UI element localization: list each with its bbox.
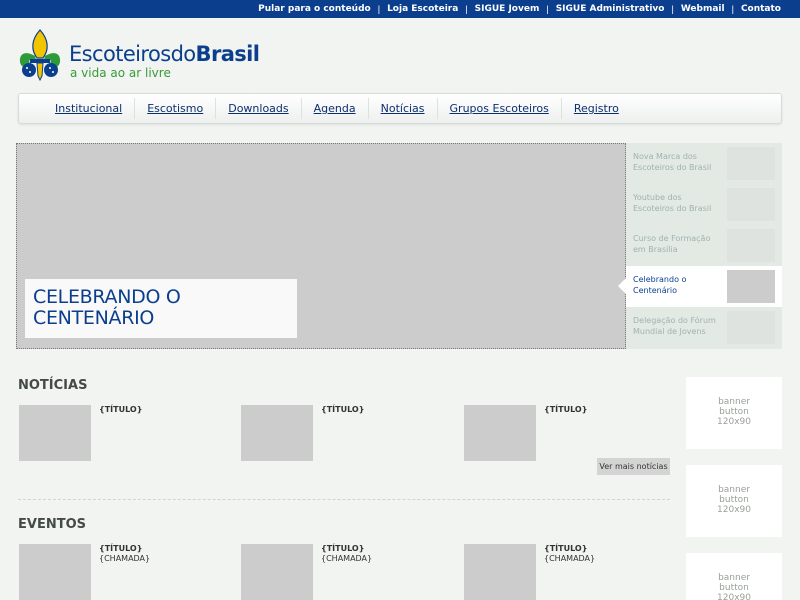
event-title[interactable]: {TÍTULO} <box>321 544 364 553</box>
banner-line2: button <box>719 407 749 417</box>
event-summary: {CHAMADA} <box>99 554 151 563</box>
nav-item-escotismo[interactable]: Escotismo <box>134 98 215 119</box>
slide-label-line1: Delegação do Fórum <box>633 316 716 325</box>
slide-item[interactable]: Youtube dos Escoteiros do Brasil <box>626 184 782 225</box>
banner-ad[interactable]: banner button 120x90 <box>686 553 782 600</box>
section-divider <box>18 499 670 500</box>
utility-links: Pular para o conteúdo | Loja Escoteira |… <box>258 0 800 18</box>
logo-word-do: do <box>170 42 197 66</box>
news-thumbnail[interactable] <box>19 405 91 461</box>
separator: | <box>546 4 549 14</box>
slide-label-line1: Youtube dos <box>633 193 682 202</box>
fleur-de-lis-logo-icon <box>19 29 61 82</box>
banner-line2: button <box>719 495 749 505</box>
news-title[interactable]: {TÍTULO} <box>544 405 587 414</box>
slide-label-line2: Centenário <box>633 286 678 295</box>
event-thumbnail[interactable] <box>241 544 313 600</box>
sigue-jovem-link[interactable]: SIGUE Jovem <box>475 4 540 14</box>
banner-line1: banner <box>718 485 750 495</box>
event-summary: {CHAMADA} <box>544 554 596 563</box>
featured-caption[interactable]: CELEBRANDO O CENTENÁRIO <box>25 279 297 338</box>
news-card[interactable]: {TÍTULO} <box>241 405 461 465</box>
news-thumbnail[interactable] <box>464 405 536 461</box>
slide-label: Curso de Formação em Brasília <box>633 233 723 255</box>
featured-slide[interactable]: CELEBRANDO O CENTENÁRIO <box>16 143 626 349</box>
logo-word-brasil: Brasil <box>195 42 260 66</box>
featured-caption-line2: CENTENÁRIO <box>33 307 155 329</box>
banner-line3: 120x90 <box>717 417 751 427</box>
main-navigation: Institucional Escotismo Downloads Agenda… <box>18 93 782 124</box>
nav-item-registro[interactable]: Registro <box>560 98 631 119</box>
contato-link[interactable]: Contato <box>741 4 781 14</box>
slide-label: Delegação do Fórum Mundial de Jovens <box>633 315 723 337</box>
event-title[interactable]: {TÍTULO} <box>99 544 142 553</box>
slide-thumbnail <box>727 188 775 221</box>
news-thumbnail[interactable] <box>241 405 313 461</box>
banner-line3: 120x90 <box>717 593 751 600</box>
top-bar: Pular para o conteúdo | Loja Escoteira |… <box>0 0 800 18</box>
sigue-administrativo-link[interactable]: SIGUE Administrativo <box>556 4 665 14</box>
banner-ad[interactable]: banner button 120x90 <box>686 377 782 449</box>
banner-ad[interactable]: banner button 120x90 <box>686 465 782 537</box>
news-title[interactable]: {TÍTULO} <box>321 405 364 414</box>
news-card[interactable]: {TÍTULO} <box>464 405 684 465</box>
event-thumbnail[interactable] <box>19 544 91 600</box>
slide-thumbnail <box>727 147 775 180</box>
slide-label-line1: Celebrando o <box>633 275 687 284</box>
news-title[interactable]: {TÍTULO} <box>99 405 142 414</box>
banner-line1: banner <box>718 573 750 583</box>
featured-caption-line1: CELEBRANDO O <box>33 286 181 308</box>
banner-line3: 120x90 <box>717 505 751 515</box>
slide-label-line1: Nova Marca dos <box>633 152 697 161</box>
nav-item-agenda[interactable]: Agenda <box>300 98 368 119</box>
slide-label: Youtube dos Escoteiros do Brasil <box>633 192 723 214</box>
slide-label: Nova Marca dos Escoteiros do Brasil <box>633 151 723 173</box>
slide-label-line1: Curso de Formação <box>633 234 711 243</box>
nav-item-institucional[interactable]: Institucional <box>43 98 134 119</box>
slide-label-line2: em Brasília <box>633 245 678 254</box>
site-logo[interactable]: EscoteirosdoBrasil a vida ao ar livre <box>17 28 277 84</box>
slide-label-line2: Escoteiros do Brasil <box>633 163 712 172</box>
slide-item[interactable]: Nova Marca dos Escoteiros do Brasil <box>626 143 782 184</box>
slide-thumbnail <box>727 270 775 303</box>
banner-line2: button <box>719 583 749 593</box>
news-card[interactable]: {TÍTULO} <box>19 405 239 465</box>
loja-escoteira-link[interactable]: Loja Escoteira <box>387 4 458 14</box>
separator: | <box>465 4 468 14</box>
nav-item-grupos-escoteiros[interactable]: Grupos Escoteiros <box>436 98 561 119</box>
nav-item-noticias[interactable]: Notícias <box>367 98 437 119</box>
slide-item-active[interactable]: Celebrando o Centenário <box>618 266 782 307</box>
webmail-link[interactable]: Webmail <box>681 4 725 14</box>
slide-item[interactable]: Curso de Formação em Brasília <box>626 225 782 266</box>
events-section-title: EVENTOS <box>18 517 86 532</box>
logo-word-escoteiros: Escoteiros <box>69 42 171 66</box>
banner-line1: banner <box>718 397 750 407</box>
nav-item-downloads[interactable]: Downloads <box>215 98 300 119</box>
event-title[interactable]: {TÍTULO} <box>544 544 587 553</box>
skip-to-content-link[interactable]: Pular para o conteúdo <box>258 4 371 14</box>
slide-selector: Nova Marca dos Escoteiros do Brasil Youtu… <box>618 143 782 349</box>
slide-thumbnail <box>727 229 775 262</box>
logo-slogan: a vida ao ar livre <box>70 66 171 80</box>
separator: | <box>671 4 674 14</box>
slide-thumbnail <box>727 311 775 344</box>
slide-label-line2: Escoteiros do Brasil <box>633 204 712 213</box>
slide-item[interactable]: Delegação do Fórum Mundial de Jovens <box>626 307 782 348</box>
slide-label-line2: Mundial de Jovens <box>633 327 706 336</box>
event-card[interactable]: {TÍTULO} {CHAMADA} <box>19 544 239 600</box>
separator: | <box>731 4 734 14</box>
slide-label: Celebrando o Centenário <box>633 274 723 296</box>
event-summary: {CHAMADA} <box>321 554 373 563</box>
event-thumbnail[interactable] <box>464 544 536 600</box>
event-card[interactable]: {TÍTULO} {CHAMADA} <box>464 544 684 600</box>
event-card[interactable]: {TÍTULO} {CHAMADA} <box>241 544 461 600</box>
separator: | <box>377 4 381 14</box>
logo-wordmark: EscoteirosdoBrasil <box>69 42 260 66</box>
more-news-button[interactable]: Ver mais notícias <box>597 458 670 475</box>
news-section-title: NOTÍCIAS <box>18 378 88 393</box>
